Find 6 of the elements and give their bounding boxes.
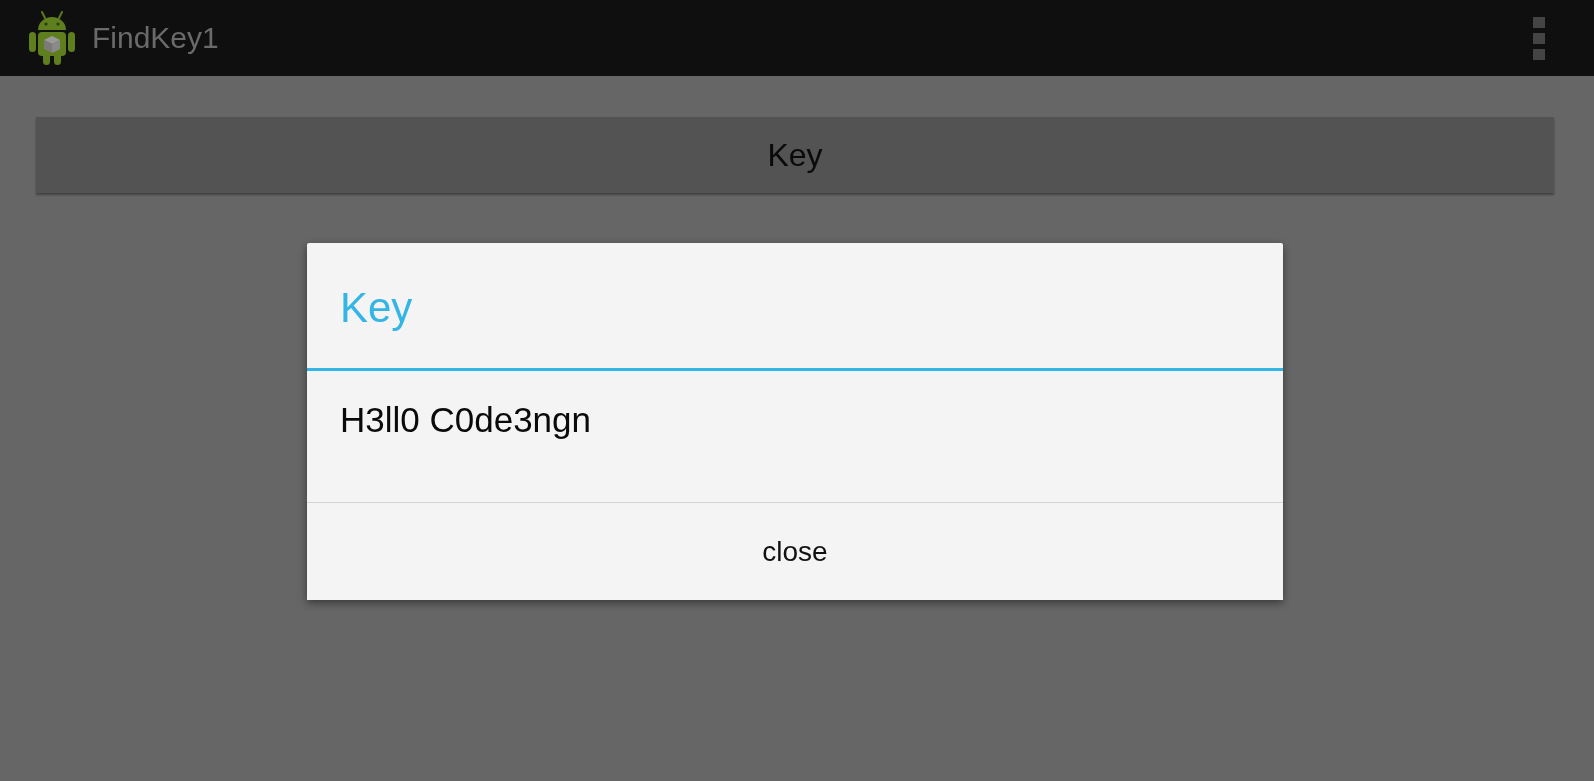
robot-icon xyxy=(28,10,76,66)
dialog-title: Key xyxy=(340,286,413,329)
overflow-menu-icon[interactable] xyxy=(1533,16,1545,60)
app-title: FindKey1 xyxy=(92,23,219,53)
dialog-message: H3ll0 C0de3ngn xyxy=(340,400,591,439)
close-button[interactable]: close xyxy=(307,503,1283,600)
